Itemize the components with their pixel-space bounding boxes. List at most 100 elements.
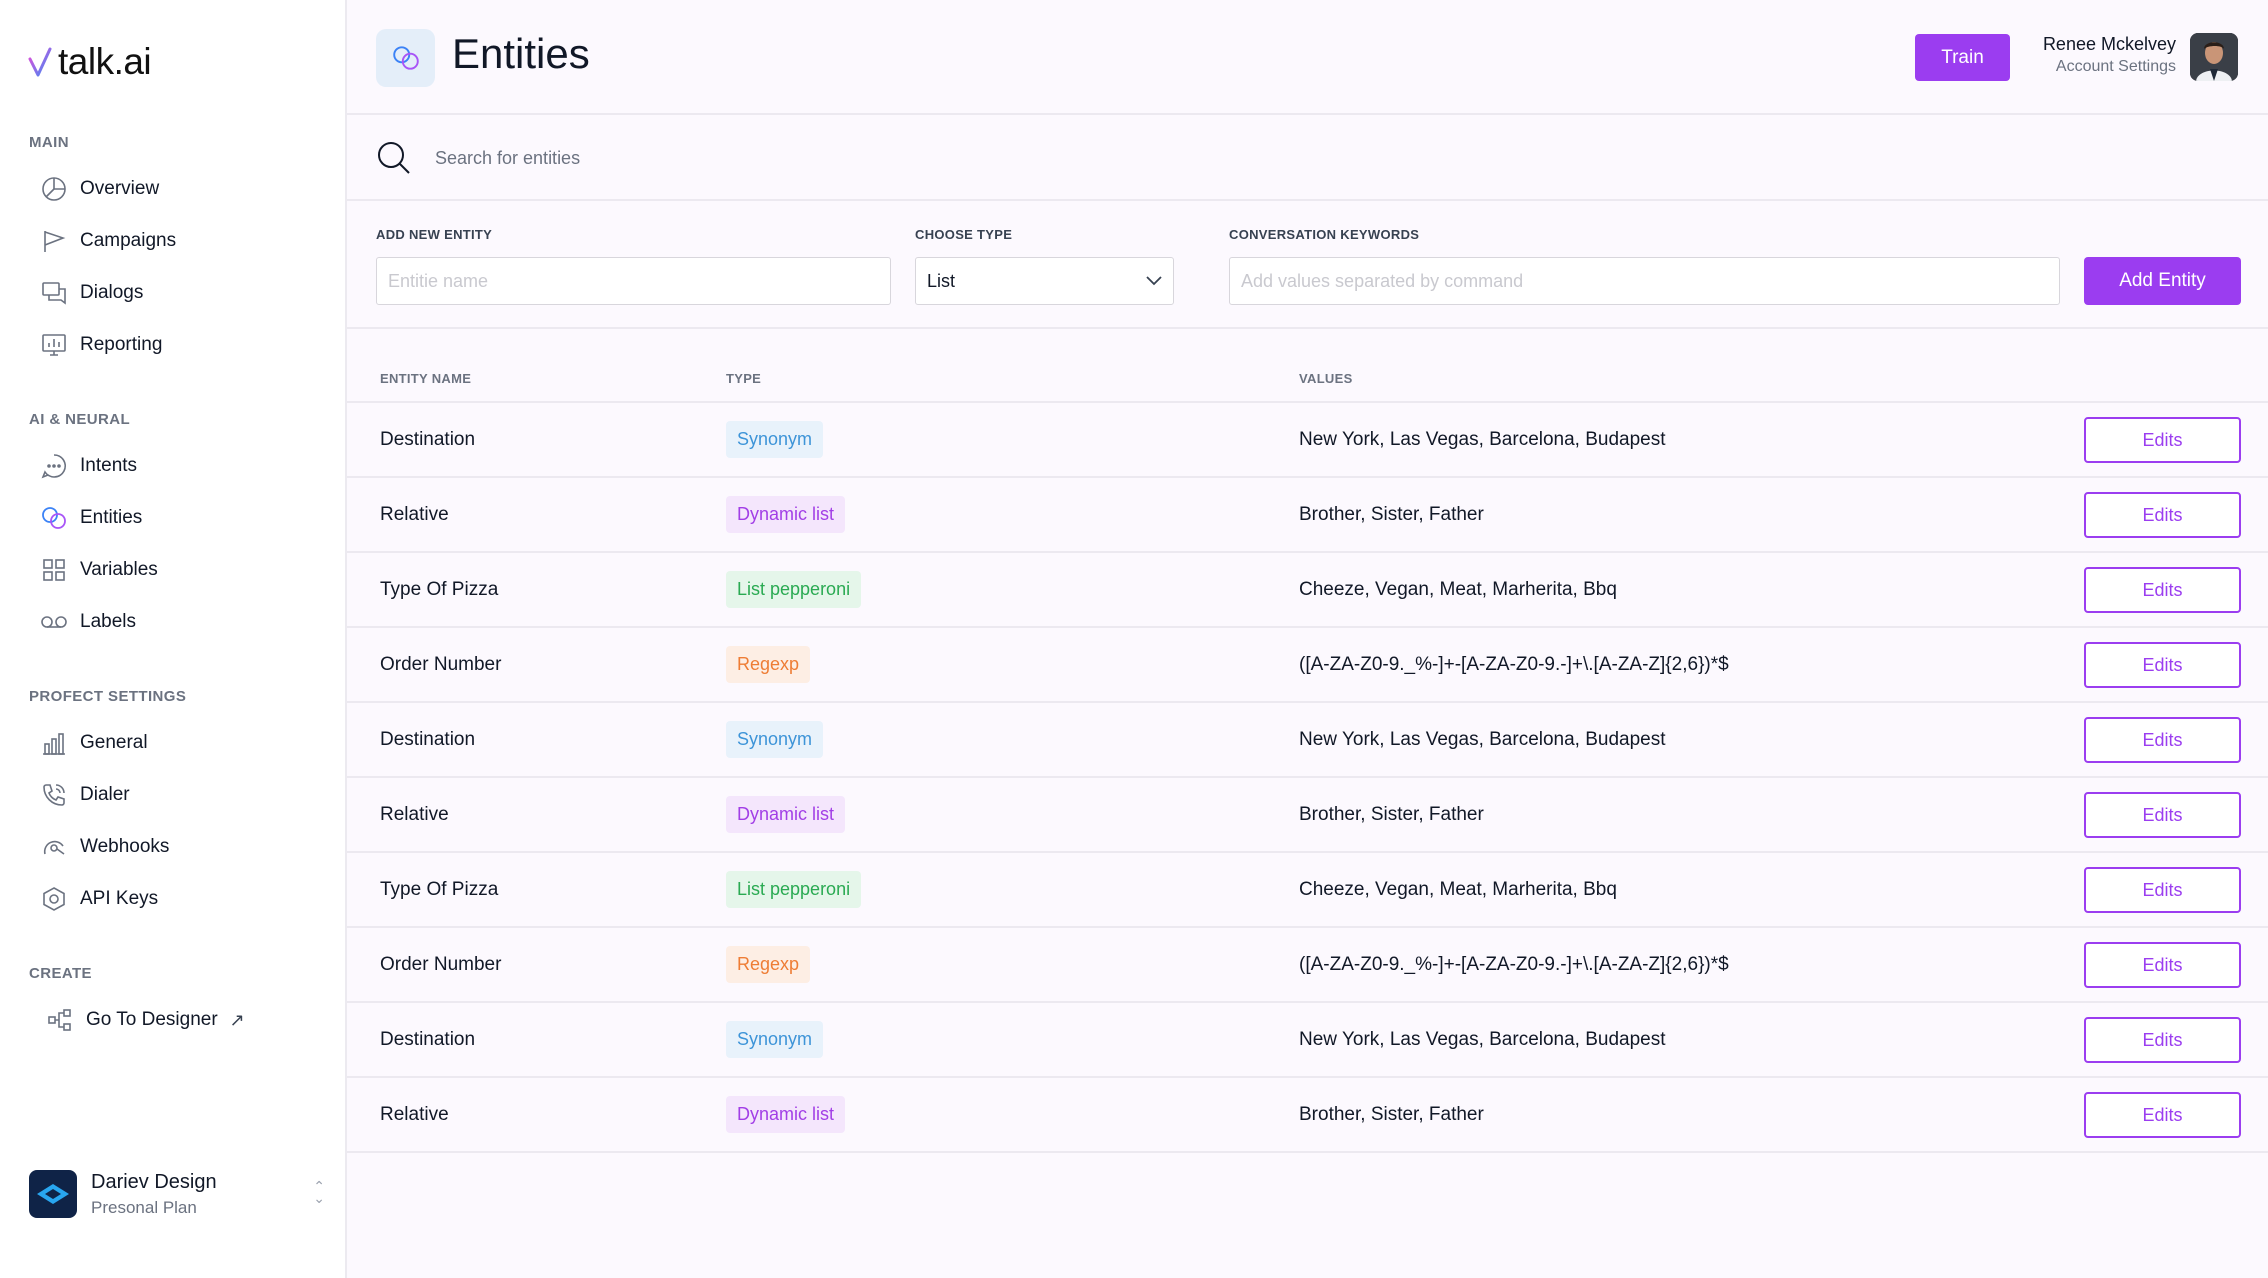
- type-badge: Dynamic list: [726, 796, 846, 833]
- edit-button[interactable]: Edits: [2084, 717, 2241, 763]
- sidebar-item-label: API Keys: [80, 888, 159, 909]
- sidebar-item-general[interactable]: General: [40, 723, 148, 763]
- sidebar-item-label: Dialogs: [80, 282, 144, 303]
- workspace-switcher[interactable]: Dariev Design Presonal Plan ⌃ ⌄: [29, 1166, 325, 1222]
- main-content: Entities Train Renee Mckelvey Account Se…: [347, 0, 2268, 1278]
- linked-circles-icon: [40, 504, 68, 532]
- column-header-entity-name: ENTITY NAME: [380, 371, 472, 386]
- type-badge: Synonym: [726, 721, 824, 758]
- edit-button[interactable]: Edits: [2084, 942, 2241, 988]
- section-title-project-settings: PROFECT SETTINGS: [29, 688, 187, 705]
- sidebar-item-dialer[interactable]: Dialer: [40, 775, 130, 815]
- entity-values-cell: ([A-ZA-Z0-9._%-]+-[A-ZA-Z0-9.-]+\.[A-ZA-…: [1299, 954, 1729, 975]
- entity-name-cell: Type Of Pizza: [380, 579, 499, 600]
- entity-values-cell: New York, Las Vegas, Barcelona, Budapest: [1299, 729, 1666, 750]
- type-badge: Dynamic list: [726, 496, 846, 533]
- sidebar-item-variables[interactable]: Variables: [40, 550, 158, 590]
- sidebar-item-webhooks[interactable]: Webhooks: [40, 827, 169, 867]
- webhook-icon: [40, 833, 68, 861]
- entity-name-cell: Order Number: [380, 954, 502, 975]
- grid-icon: [40, 556, 68, 584]
- column-header-values: VALUES: [1299, 371, 1353, 386]
- entity-values-cell: Brother, Sister, Father: [1299, 1104, 1484, 1125]
- entity-name-cell: Relative: [380, 1104, 449, 1125]
- chat-bubbles-icon: [40, 279, 68, 307]
- sidebar-item-api-keys[interactable]: API Keys: [40, 879, 158, 919]
- entity-name-label: ADD NEW ENTITY: [376, 227, 493, 242]
- sidebar-item-intents[interactable]: Intents: [40, 446, 137, 486]
- user-avatar-image: [2190, 33, 2238, 81]
- entity-name-input[interactable]: [376, 257, 891, 305]
- workspace-name: Dariev Design: [91, 1170, 217, 1193]
- add-entity-button[interactable]: Add Entity: [2084, 257, 2241, 305]
- logo-mark-icon: [28, 47, 52, 77]
- entity-values-cell: Brother, Sister, Father: [1299, 504, 1484, 525]
- keywords-input[interactable]: [1229, 257, 2060, 305]
- hexagon-icon: [40, 885, 68, 913]
- logo[interactable]: talk.ai: [28, 36, 152, 88]
- entity-values-cell: ([A-ZA-Z0-9._%-]+-[A-ZA-Z0-9.-]+\.[A-ZA-…: [1299, 654, 1729, 675]
- table-row: Destination Synonym New York, Las Vegas, B…: [347, 1003, 2268, 1078]
- table-row: Type Of Pizza List pepperoni Cheeze, Vegan…: [347, 553, 2268, 628]
- conversation-keywords-label: CONVERSATION KEYWORDS: [1229, 227, 1420, 242]
- table-row: Destination Synonym New York, Las Vegas, B…: [347, 403, 2268, 478]
- type-select[interactable]: List: [915, 257, 1174, 305]
- phone-icon: [40, 781, 68, 809]
- entity-name-cell: Order Number: [380, 654, 502, 675]
- avatar[interactable]: [2190, 33, 2238, 81]
- type-badge: List pepperoni: [726, 871, 862, 908]
- table-row: Relative Dynamic list Brother, Sister, Fat…: [347, 478, 2268, 553]
- type-badge: List pepperoni: [726, 571, 862, 608]
- account-settings-link[interactable]: Account Settings: [2056, 58, 2176, 76]
- sidebar-item-label: Variables: [80, 559, 158, 580]
- edit-button[interactable]: Edits: [2084, 417, 2241, 463]
- workspace-avatar: [29, 1170, 77, 1218]
- section-title-ai-neural: AI & NEURAL: [29, 411, 131, 428]
- workspace-logo-icon: [37, 1184, 69, 1204]
- pie-chart-icon: [40, 175, 68, 203]
- entity-name-cell: Destination: [380, 1029, 476, 1050]
- entity-name-cell: Destination: [380, 429, 476, 450]
- entity-name-cell: Type Of Pizza: [380, 879, 499, 900]
- section-title-main: MAIN: [29, 134, 69, 151]
- report-chart-icon: [40, 331, 68, 359]
- sidebar-item-overview[interactable]: Overview: [40, 169, 159, 209]
- edit-button[interactable]: Edits: [2084, 567, 2241, 613]
- top-bar: Entities Train Renee Mckelvey Account Se…: [347, 0, 2268, 115]
- search-input[interactable]: [435, 139, 1235, 177]
- sidebar-item-label: Campaigns: [80, 230, 177, 251]
- edit-button[interactable]: Edits: [2084, 492, 2241, 538]
- entity-values-cell: Cheeze, Vegan, Meat, Marherita, Bbq: [1299, 879, 1617, 900]
- sidebar-item-go-to-designer[interactable]: Go To Designer ↗: [46, 1000, 245, 1040]
- edit-button[interactable]: Edits: [2084, 867, 2241, 913]
- page-title: Entities: [452, 30, 590, 77]
- type-badge: Dynamic list: [726, 1096, 846, 1133]
- chat-dots-icon: [40, 452, 68, 480]
- edit-button[interactable]: Edits: [2084, 1092, 2241, 1138]
- table-row: Destination Synonym New York, Las Vegas, B…: [347, 703, 2268, 778]
- entity-values-cell: Brother, Sister, Father: [1299, 804, 1484, 825]
- search-icon: [378, 142, 410, 174]
- sidebar-item-entities[interactable]: Entities: [40, 498, 142, 538]
- sidebar-item-label: Intents: [80, 455, 138, 476]
- train-button[interactable]: Train: [1915, 34, 2010, 81]
- sidebar-item-campaigns[interactable]: Campaigns: [40, 221, 176, 261]
- table-row: Order Number Regexp ([A-ZA-Z0-9._%-]+-[A-Z…: [347, 628, 2268, 703]
- type-badge: Synonym: [726, 421, 824, 458]
- chevron-down-icon: [1146, 276, 1162, 286]
- sidebar-item-dialogs[interactable]: Dialogs: [40, 273, 143, 313]
- sidebar-item-labels[interactable]: Labels: [40, 602, 136, 642]
- section-title-create: CREATE: [29, 965, 92, 982]
- entity-name-cell: Relative: [380, 804, 449, 825]
- entity-name-cell: Relative: [380, 504, 449, 525]
- type-badge: Synonym: [726, 1021, 824, 1058]
- sidebar-item-label: Webhooks: [80, 836, 170, 857]
- column-header-type: TYPE: [726, 371, 762, 386]
- external-link-icon: ↗: [229, 1009, 245, 1030]
- user-name[interactable]: Renee Mckelvey: [2043, 34, 2176, 55]
- edit-button[interactable]: Edits: [2084, 1017, 2241, 1063]
- edit-button[interactable]: Edits: [2084, 792, 2241, 838]
- sidebar-item-reporting[interactable]: Reporting: [40, 325, 162, 365]
- edit-button[interactable]: Edits: [2084, 642, 2241, 688]
- flag-icon: [40, 227, 68, 255]
